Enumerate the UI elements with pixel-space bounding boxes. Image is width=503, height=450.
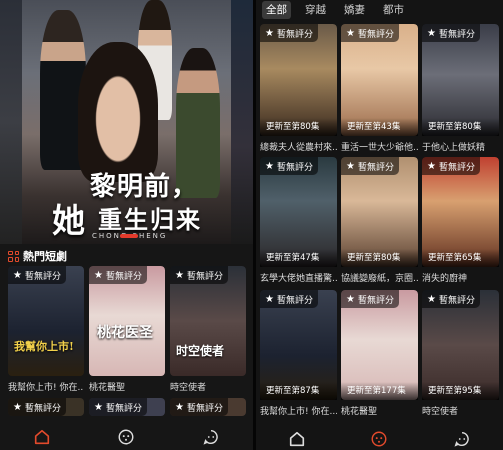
rating-badge: ★ 暫無評分 — [341, 157, 399, 175]
message-icon[interactable] — [202, 428, 220, 446]
hero-title-line2: 她 — [52, 201, 85, 240]
hero-title-line1: 黎明前， — [90, 172, 199, 202]
poster-title: 时空使者 — [176, 344, 225, 358]
grid-icon — [8, 250, 19, 262]
hero-page-indicator — [120, 234, 138, 238]
star-icon: ★ — [265, 293, 274, 305]
home-icon[interactable] — [33, 428, 51, 446]
drama-card[interactable]: ★ 暫無評分 更新至第47集 玄學大佬她直播驚... — [260, 157, 337, 285]
episode-count: 更新至第47集 — [260, 249, 337, 267]
star-icon: ★ — [13, 401, 22, 413]
star-icon: ★ — [346, 160, 355, 172]
drama-title: 時空使者 — [170, 383, 207, 393]
episode-count: 更新至第43集 — [341, 118, 418, 136]
rating-badge: ★ 暫無評分 — [422, 157, 480, 175]
episode-count: 更新至第80集 — [260, 118, 337, 136]
star-icon: ★ — [175, 269, 184, 281]
drama-card[interactable]: ★ 暫無評分 更新至第80集 協議變廢紙，京圈... — [341, 157, 418, 285]
tab-all[interactable]: 全部 — [262, 1, 291, 19]
episode-count: 更新至第177集 — [341, 382, 418, 400]
drama-card[interactable]: ★ 暫無評分 更新至第95集 時空使者 — [422, 290, 499, 420]
message-icon[interactable] — [453, 430, 471, 448]
episode-count: 更新至第87集 — [260, 382, 337, 400]
drama-card[interactable]: ★ 暫無評分 — [8, 398, 84, 416]
drama-title: 桃花醫聖 — [341, 407, 378, 417]
category-tabs: 全部 穿越 嬌妻 都市 — [256, 0, 503, 20]
section-title-hot: 熱門短劇 — [8, 248, 67, 264]
poster-title: 桃花医圣 — [97, 325, 153, 341]
drama-card[interactable]: ★ 暫無評分 更新至第80集 總裁夫人從農村來... — [260, 24, 337, 154]
episode-count: 更新至第65集 — [422, 249, 499, 267]
drama-card[interactable]: ★ 暫無評分 更新至第43集 重活一世大少爺他... — [341, 24, 418, 154]
hero-next-peek — [231, 0, 253, 244]
rating-badge: ★ 暫無評分 — [341, 24, 399, 42]
section-title-label: 熱門短劇 — [23, 250, 67, 263]
drama-card[interactable]: 我幫你上市! ★ 暫無評分 我幫你上市! 你在... — [8, 266, 84, 394]
drama-card[interactable]: 时空使者 ★ 暫無評分 時空使者 — [170, 266, 246, 394]
star-icon: ★ — [175, 401, 184, 413]
drama-card[interactable]: ★ 暫無評分 更新至第65集 消失的廚神 — [422, 157, 499, 285]
bottom-nav — [256, 428, 503, 450]
rating-badge: ★ 暫無評分 — [422, 24, 480, 42]
drama-title: 總裁夫人從農村來... — [260, 143, 337, 153]
rating-badge: ★ 暫無評分 — [260, 157, 318, 175]
discover-icon[interactable] — [117, 428, 135, 446]
drama-title: 桃花醫聖 — [89, 383, 126, 393]
left-screen: 黎明前， 她 重生归来 CHONG SHENG 熱門短劇 我幫你上市! ★ 暫無評… — [0, 0, 253, 450]
rating-badge: ★ 暫無評分 — [260, 290, 318, 308]
rating-badge: ★ 暫無評分 — [170, 398, 228, 416]
discover-icon[interactable] — [370, 430, 388, 448]
drama-card[interactable]: ★ 暫無評分 — [170, 398, 246, 416]
tab-wife[interactable]: 嬌妻 — [340, 1, 369, 19]
episode-count: 更新至第80集 — [422, 118, 499, 136]
drama-title: 消失的廚神 — [422, 274, 468, 284]
drama-title: 重活一世大少爺他... — [341, 143, 418, 153]
drama-title: 我幫你上市! 你在... — [260, 407, 337, 417]
drama-card[interactable]: 桃花医圣 ★ 暫無評分 桃花醫聖 — [89, 266, 165, 394]
drama-card[interactable]: ★ 暫無評分 更新至第87集 我幫你上市! 你在... — [260, 290, 337, 420]
rating-badge: ★ 暫無評分 — [170, 266, 228, 284]
drama-title: 我幫你上市! 你在... — [8, 383, 84, 393]
drama-card[interactable]: ★ 暫無評分 — [89, 398, 165, 416]
hero-title-line3: 重生归来 — [98, 205, 202, 234]
drama-title: 玄學大佬她直播驚... — [260, 274, 337, 284]
drama-title: 時空使者 — [422, 407, 459, 417]
drama-title: 于他心上做妖精 — [422, 143, 486, 153]
rating-badge: ★ 暫無評分 — [89, 266, 147, 284]
tab-urban[interactable]: 都市 — [379, 1, 408, 19]
bottom-nav — [0, 424, 253, 450]
rating-badge: ★ 暫無評分 — [89, 398, 147, 416]
poster-title: 我幫你上市! — [14, 340, 74, 353]
hero-banner[interactable]: 黎明前， 她 重生归来 CHONG SHENG — [0, 0, 253, 244]
drama-card[interactable]: ★ 暫無評分 更新至第177集 桃花醫聖 — [341, 290, 418, 420]
drama-card[interactable]: ★ 暫無評分 更新至第80集 于他心上做妖精 — [422, 24, 499, 154]
rating-badge: ★ 暫無評分 — [341, 290, 399, 308]
star-icon: ★ — [427, 160, 436, 172]
star-icon: ★ — [346, 27, 355, 39]
right-screen: 全部 穿越 嬌妻 都市 ★ 暫無評分 更新至第80集 總裁夫人從農村來... ★ 暫… — [256, 0, 503, 450]
star-icon: ★ — [427, 293, 436, 305]
star-icon: ★ — [346, 293, 355, 305]
star-icon: ★ — [13, 269, 22, 281]
home-icon[interactable] — [288, 430, 306, 448]
episode-count: 更新至第95集 — [422, 382, 499, 400]
tab-time-travel[interactable]: 穿越 — [301, 1, 330, 19]
star-icon: ★ — [427, 27, 436, 39]
rating-badge: ★ 暫無評分 — [8, 266, 66, 284]
rating-badge: ★ 暫無評分 — [8, 398, 66, 416]
drama-title: 協議變廢紙，京圈... — [341, 274, 418, 284]
star-icon: ★ — [265, 27, 274, 39]
hero-figure-lead — [78, 42, 158, 182]
hero-prev-peek — [0, 0, 22, 244]
rating-badge: ★ 暫無評分 — [260, 24, 318, 42]
rating-badge: ★ 暫無評分 — [422, 290, 480, 308]
star-icon: ★ — [265, 160, 274, 172]
episode-count: 更新至第80集 — [341, 249, 418, 267]
star-icon: ★ — [94, 401, 103, 413]
star-icon: ★ — [94, 269, 103, 281]
